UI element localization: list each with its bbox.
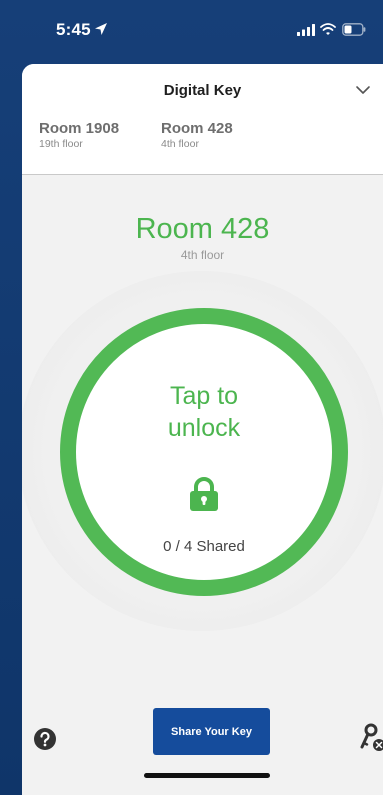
room-tab-428[interactable]: Room 428 4th floor — [161, 120, 233, 150]
page-title: Digital Key — [163, 82, 242, 99]
key-body: Room 428 4th floor Tap to unlock 0 / 4 S… — [22, 175, 383, 795]
help-icon[interactable] — [34, 728, 56, 750]
room-tab-name: Room 428 — [161, 120, 233, 137]
sheet-header: Digital Key Room 1908 19th floor Room 42… — [22, 64, 383, 174]
status-time: 5:45 — [56, 20, 91, 39]
unlock-label-line2: unlock — [167, 414, 241, 442]
unlock-label-line1: Tap to — [169, 382, 239, 410]
tap-to-unlock-button[interactable]: Tap to unlock 0 / 4 Shared — [60, 308, 348, 596]
current-room-name: Room 428 — [135, 213, 270, 245]
key-icon[interactable] — [360, 723, 383, 753]
home-indicator[interactable] — [144, 773, 270, 778]
room-tab-floor: 4th floor — [161, 138, 199, 150]
room-tab-name: Room 1908 — [39, 120, 120, 137]
status-bar: 5:45 — [0, 0, 383, 62]
signal-icon — [297, 24, 315, 36]
location-arrow-icon — [95, 23, 107, 35]
share-key-button[interactable]: Share Your Key — [153, 708, 270, 755]
battery-icon — [342, 23, 366, 36]
current-room-floor: 4th floor — [180, 248, 225, 262]
room-tab-floor: 19th floor — [39, 138, 83, 150]
app-screen: 5:45 Digital Key Room 1908 19th floor Ro… — [0, 0, 383, 795]
room-tab-1908[interactable]: Room 1908 19th floor — [39, 120, 119, 150]
wifi-icon — [320, 23, 336, 35]
chevron-down-icon[interactable] — [355, 85, 371, 95]
lock-icon — [190, 477, 218, 511]
shared-count: 0 / 4 Shared — [163, 538, 245, 555]
unlock-label: Tap to unlock — [76, 380, 332, 444]
digital-key-sheet: Digital Key Room 1908 19th floor Room 42… — [22, 64, 383, 795]
